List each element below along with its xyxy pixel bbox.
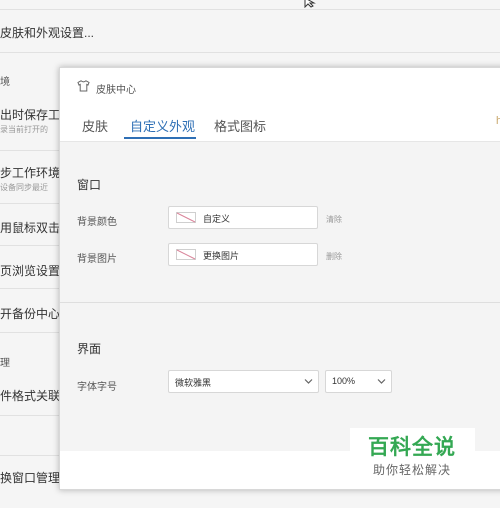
section-title-interface: 界面 xyxy=(77,342,102,356)
chevron-down-icon xyxy=(377,379,386,384)
font-size-value: 100% xyxy=(332,376,356,386)
settings-link[interactable]: 皮肤和外观设置... xyxy=(0,24,94,41)
bg-image-value: 更换图片 xyxy=(203,251,240,261)
tab-custom-appearance[interactable]: 自定义外观 xyxy=(130,116,195,135)
setting-item-double-click[interactable]: 用鼠标双击 xyxy=(0,219,60,236)
font-size-select[interactable]: 100% xyxy=(325,370,392,393)
clear-bg-color-link[interactable]: 清除 xyxy=(326,214,342,225)
setting-item-sync-env[interactable]: 步工作环境 xyxy=(0,164,60,181)
setting-item-backup-center[interactable]: 开备份中心 xyxy=(0,305,60,322)
setting-item-sub: 设备同步最近 xyxy=(0,183,48,192)
bg-image-label: 背景图片 xyxy=(77,254,117,265)
setting-item-save-workspace[interactable]: 出时保存工 xyxy=(0,106,60,123)
divider xyxy=(0,52,500,53)
watermark-brand: 百科全说 xyxy=(368,436,456,459)
font-family-select[interactable]: 微软雅黑 xyxy=(168,370,319,393)
watermark-slogan: 助你轻松解决 xyxy=(373,463,452,477)
chevron-down-icon xyxy=(304,379,313,384)
tab-skin[interactable]: 皮肤 xyxy=(82,116,108,135)
active-tab-indicator xyxy=(124,137,196,139)
dialog-header: 皮肤中心 皮肤 自定义外观 格式图标 h xyxy=(60,68,500,142)
delete-bg-image-link[interactable]: 删除 xyxy=(326,251,342,262)
section-title-window: 窗口 xyxy=(77,178,102,192)
mouse-cursor-icon xyxy=(304,0,316,8)
setting-item-sub: 录当前打开的 xyxy=(0,125,48,134)
skin-center-dialog: 皮肤中心 皮肤 自定义外观 格式图标 h 窗口 背景颜色 自定义 清除 背景图片… xyxy=(59,67,500,490)
bg-color-label: 背景颜色 xyxy=(77,217,117,228)
image-swatch xyxy=(176,249,196,260)
tab-format-icons[interactable]: 格式图标 xyxy=(214,116,266,135)
setting-item-file-association[interactable]: 件格式关联 xyxy=(0,387,60,404)
setting-item-window-manage[interactable]: 换窗口管理 xyxy=(0,469,60,486)
section-divider xyxy=(60,302,500,303)
section-label-env: 境 xyxy=(0,77,10,88)
font-label: 字体字号 xyxy=(77,382,117,393)
bg-image-picker[interactable]: 更换图片 xyxy=(168,243,318,266)
divider xyxy=(0,9,500,10)
tshirt-icon xyxy=(77,80,90,92)
bg-color-picker[interactable]: 自定义 xyxy=(168,206,318,229)
setting-item-page-browse[interactable]: 页浏览设置 xyxy=(0,262,60,279)
watermark-logo: 百科全说 助你轻松解决 xyxy=(350,428,475,481)
font-family-value: 微软雅黑 xyxy=(175,378,212,388)
section-label-manage: 理 xyxy=(0,358,10,369)
bg-color-value: 自定义 xyxy=(203,214,231,224)
tab-edge-label: h xyxy=(496,115,500,127)
dialog-title: 皮肤中心 xyxy=(96,85,136,96)
color-swatch xyxy=(176,212,196,223)
